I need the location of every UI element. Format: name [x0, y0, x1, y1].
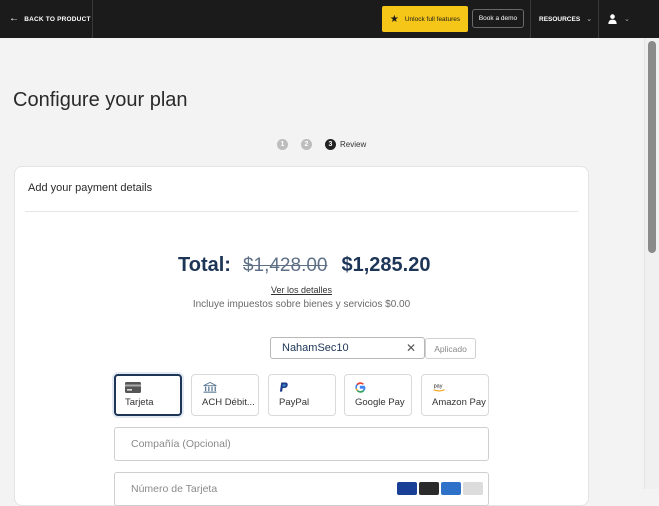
- star-icon: ★: [389, 13, 399, 25]
- unlock-features-button[interactable]: ★ Unlock full features: [382, 6, 468, 32]
- payment-method-label: ACH Débit...: [202, 397, 255, 408]
- step-3-label: Review: [340, 139, 367, 149]
- resources-menu[interactable]: RESOURCES ⌄: [539, 0, 592, 38]
- payment-method-google-pay[interactable]: Google Pay: [344, 374, 412, 416]
- promo-code-value: NahamSec10: [282, 342, 349, 354]
- checkout-stepper: 1 2 3 Review: [277, 138, 366, 150]
- google-icon: [355, 382, 366, 393]
- amazon-pay-icon: pay: [433, 384, 445, 392]
- card-divider: [25, 211, 578, 212]
- credit-card-icon: [125, 382, 141, 393]
- payment-heading: Add your payment details: [28, 182, 153, 194]
- total-label: Total:: [178, 254, 231, 276]
- payment-method-card[interactable]: Tarjeta: [114, 374, 182, 416]
- book-demo-label: Book a demo: [478, 15, 518, 22]
- arrow-left-icon: ←: [9, 13, 20, 24]
- back-to-product-link[interactable]: ← BACK TO PRODUCT: [0, 0, 93, 38]
- user-menu[interactable]: ⌄: [608, 0, 630, 38]
- scrollbar-thumb[interactable]: [648, 41, 656, 253]
- clear-icon[interactable]: ✕: [406, 341, 416, 355]
- order-total: Total: $1,428.00 $1,285.20: [178, 254, 430, 277]
- step-3-indicator: 3: [325, 138, 336, 150]
- unlock-features-label: Unlock full features: [404, 15, 461, 23]
- view-details-link[interactable]: Ver los detalles: [0, 285, 603, 295]
- paypal-icon: [279, 382, 288, 392]
- payment-method-label: Tarjeta: [125, 397, 154, 408]
- book-demo-button[interactable]: Book a demo: [472, 9, 524, 28]
- nav-divider: [598, 0, 599, 38]
- company-field[interactable]: Compañía (Opcional): [114, 427, 489, 461]
- page-title: Configure your plan: [13, 89, 188, 111]
- payment-method-paypal[interactable]: PayPal: [268, 374, 336, 416]
- chevron-down-icon: ⌄: [624, 16, 630, 23]
- original-price: $1,428.00: [242, 255, 328, 276]
- applied-button[interactable]: Aplicado: [425, 338, 476, 359]
- payment-method-amazon-pay[interactable]: pay Amazon Pay: [421, 374, 489, 416]
- payment-method-ach[interactable]: ACH Débit...: [191, 374, 259, 416]
- page-scrollbar[interactable]: [644, 38, 659, 489]
- top-nav-bar: ← BACK TO PRODUCT ★ Unlock full features…: [0, 0, 659, 38]
- svg-text:pay: pay: [434, 384, 443, 390]
- back-to-product-label: BACK TO PRODUCT: [24, 15, 91, 23]
- step-2-indicator: 2: [301, 138, 312, 150]
- step-1-indicator: 1: [277, 138, 288, 150]
- promo-code-input[interactable]: NahamSec10 ✕: [270, 337, 425, 359]
- payment-method-label: Google Pay: [355, 397, 405, 408]
- tax-info: Incluye impuestos sobre bienes y servici…: [192, 299, 411, 310]
- resources-label: RESOURCES: [539, 15, 581, 23]
- card-number-field[interactable]: Número de Tarjeta: [114, 472, 489, 506]
- user-icon: [608, 14, 617, 24]
- company-placeholder: Compañía (Opcional): [131, 438, 231, 450]
- discounted-price: $1,285.20: [341, 254, 431, 276]
- nav-divider: [530, 0, 531, 38]
- chevron-down-icon: ⌄: [586, 16, 593, 23]
- bank-icon: [203, 382, 217, 393]
- card-number-placeholder: Número de Tarjeta: [131, 483, 218, 495]
- payment-method-label: Amazon Pay: [432, 397, 486, 408]
- payment-method-label: PayPal: [279, 397, 310, 408]
